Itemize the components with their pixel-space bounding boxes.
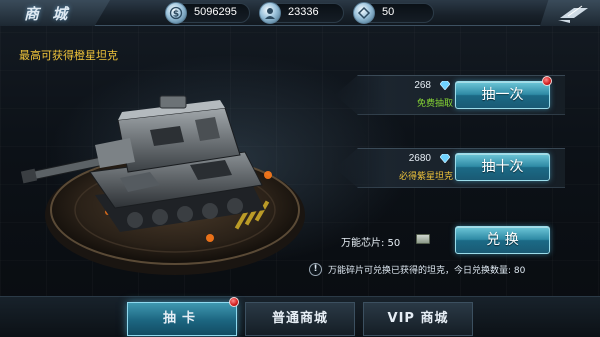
offer-single-price: 268 bbox=[414, 80, 431, 91]
draw-once-notification-dot bbox=[542, 76, 552, 86]
tab-draw-card-notification-dot bbox=[229, 297, 239, 307]
currency-gold[interactable]: 50 bbox=[353, 2, 434, 24]
chip-icon bbox=[416, 234, 430, 244]
currency-medal-value: 23336 bbox=[288, 6, 319, 18]
crew-medal-icon bbox=[259, 2, 281, 24]
exchange-button[interactable]: 兑 换 bbox=[455, 226, 550, 254]
svg-text:$: $ bbox=[173, 10, 179, 20]
page-title: 商 城 bbox=[24, 5, 72, 23]
tab-vip-shop[interactable]: VIP 商城 bbox=[363, 302, 473, 336]
offer-ten-price: 2680 bbox=[408, 153, 431, 164]
currency-silver[interactable]: $ 5096295 bbox=[165, 2, 250, 24]
currency-silver-value: 5096295 bbox=[194, 6, 237, 18]
offer-single-note: 免费抽取 bbox=[416, 99, 453, 109]
universal-chip-count: 万能芯片: 50 bbox=[341, 238, 401, 249]
tab-draw-card[interactable]: 抽卡 bbox=[127, 302, 237, 336]
currency-gold-value: 50 bbox=[382, 6, 395, 18]
diamond-icon bbox=[440, 154, 450, 163]
draw-ten-button[interactable]: 抽十次 bbox=[455, 153, 550, 181]
exchange-info-text: 万能碎片可兑换已获得的坦克，今日兑换数量: 80 bbox=[328, 266, 526, 276]
gold-coin-icon bbox=[353, 2, 375, 24]
shop-screen: 商 城 $ 5096295 23336 50 最高可获得橙星坦克 268 免费抽… bbox=[0, 0, 600, 337]
currency-medal[interactable]: 23336 bbox=[259, 2, 344, 24]
diamond-icon bbox=[440, 81, 450, 90]
tab-normal-shop[interactable]: 普通商城 bbox=[245, 302, 355, 336]
draw-once-button[interactable]: 抽一次 bbox=[455, 81, 550, 109]
offer-ten-note: 必得紫星坦克 bbox=[398, 172, 453, 182]
back-arrow-icon bbox=[558, 5, 588, 23]
silver-coin-icon: $ bbox=[165, 2, 187, 24]
tank-showcase bbox=[20, 95, 305, 275]
info-icon: ! bbox=[309, 263, 322, 276]
back-button[interactable] bbox=[540, 0, 600, 26]
